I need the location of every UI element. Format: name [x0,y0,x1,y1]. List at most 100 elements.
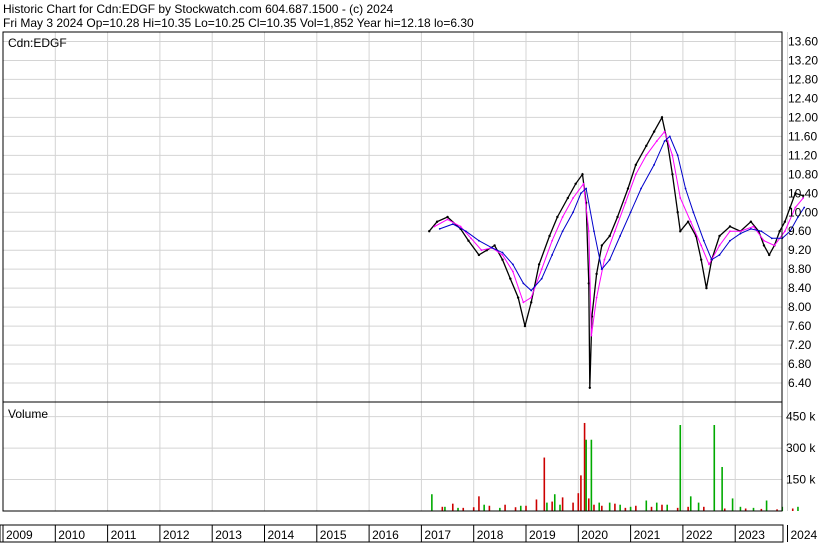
price-point [624,201,627,204]
price-point [702,239,705,242]
price-point [629,211,632,214]
price-panel-title: Cdn:EDGF [8,36,67,50]
volume-tick-label: 300 k [786,441,816,455]
price-point [616,215,619,219]
price-point [634,163,638,167]
price-point [700,244,703,247]
price-point [600,268,603,271]
price-point [608,234,611,238]
price-tick-label: 10.00 [788,205,818,219]
price-point [512,270,514,273]
year-tick-label: 2020 [581,528,608,542]
price-point [705,286,708,290]
price-point [608,258,611,261]
price-point [668,135,671,138]
price-point [530,289,533,292]
year-tick-label: 2017 [424,528,451,542]
volume-tick-label: 450 k [786,410,816,424]
price-point [684,187,687,190]
price-point [689,220,692,223]
price-point [561,216,564,218]
price-point [679,197,682,199]
year-tick-label: 2024 [791,528,818,542]
price-point [561,230,564,233]
price-point [645,144,648,148]
price-point [522,301,525,304]
price-point [516,296,520,299]
price-point [739,232,742,235]
price-point [512,263,514,266]
price-tick-label: 6.40 [788,376,812,390]
price-point [676,211,679,214]
price-tick-label: 8.00 [788,300,812,314]
price-point [572,211,574,214]
price-point [676,154,679,157]
price-point [671,173,674,176]
volume-tick-label: 150 k [786,473,816,487]
year-tick-label: 2019 [529,528,556,542]
price-point [614,230,616,233]
price-point [729,230,731,233]
price-point [645,154,648,157]
stock-chart: Historic Chart for Cdn:EDGF by Stockwatc… [0,0,830,543]
price-point [718,254,721,256]
price-point [537,263,541,266]
price-point [708,263,710,266]
year-tick-label: 2010 [58,528,85,542]
price-tick-label: 7.20 [788,338,812,352]
price-point [501,258,504,261]
price-point [478,239,480,242]
price-point [585,187,588,190]
price-point [600,244,604,247]
price-point [640,187,642,190]
price-point [652,130,656,133]
price-point [438,227,441,230]
price-tick-label: 11.20 [788,148,817,162]
price-tick-label: 12.80 [788,72,818,86]
chart-background [0,0,830,543]
price-point [587,230,590,233]
price-point [763,239,765,242]
price-point [660,116,664,119]
price-point [760,230,763,233]
price-point [428,230,431,233]
price-tick-label: 13.20 [788,53,818,67]
price-tick-label: 10.80 [788,167,818,181]
price-point [467,239,470,242]
price-point [590,334,593,337]
volume-tick-labels: 450 k 300 k 150 k [786,410,816,487]
price-point [446,215,449,219]
price-tick-label: 9.20 [788,243,812,257]
price-point [710,258,713,261]
price-point [749,220,753,223]
price-point [451,223,454,226]
year-tick-label: 2023 [738,528,765,542]
chart-header-title: Historic Chart for Cdn:EDGF by Stockwatc… [3,2,393,16]
price-point [595,272,598,276]
price-point [540,277,543,280]
price-point [728,225,732,228]
price-point [619,235,622,237]
price-tick-label: 8.40 [788,281,812,295]
price-point [778,230,781,233]
price-point [522,282,525,285]
price-point [752,225,755,228]
price-point [679,230,682,233]
price-point [655,140,658,143]
price-point [603,258,606,261]
price-point [582,182,585,185]
year-tick-label: 2015 [320,528,347,542]
price-point [718,244,721,247]
price-tick-label: 11.60 [788,129,817,143]
price-point [773,244,776,247]
price-tick-label: 9.60 [788,224,812,238]
price-point [671,154,674,157]
year-tick-label: 2021 [634,528,661,542]
price-tick-label: 7.60 [788,319,812,333]
price-point [548,234,551,238]
price-point [551,254,554,256]
price-point [663,130,666,133]
price-point [459,225,462,228]
year-tick-label: 2014 [268,528,295,542]
price-tick-label: 12.00 [788,110,818,124]
